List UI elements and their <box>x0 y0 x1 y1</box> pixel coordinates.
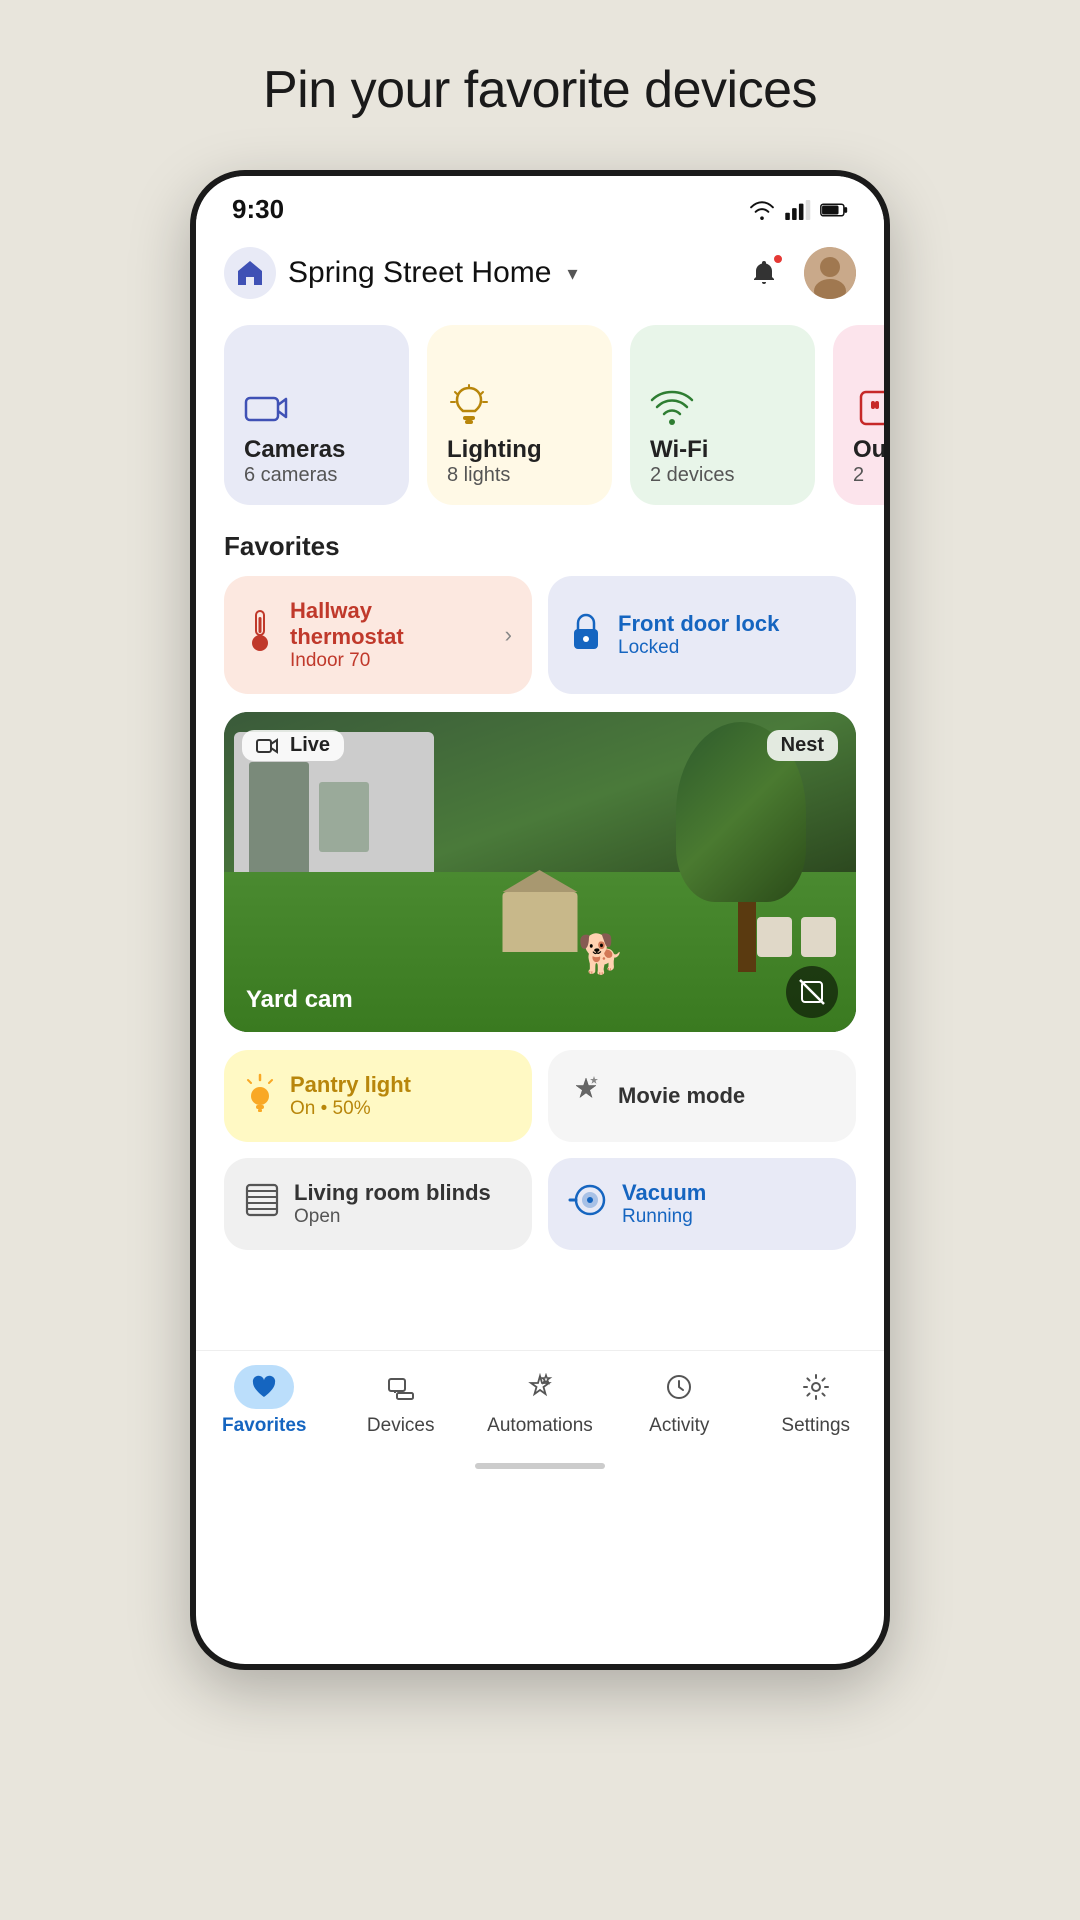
category-wifi[interactable]: Wi-Fi 2 devices <box>630 325 815 505</box>
nav-settings[interactable]: Settings <box>766 1365 866 1437</box>
blinds-name: Living room blinds <box>294 1180 512 1206</box>
nav-favorites[interactable]: Favorites <box>214 1365 314 1437</box>
thermostat-icon <box>244 609 276 661</box>
pantry-status: On • 50% <box>290 1098 512 1120</box>
devices-nav-icon-wrap <box>371 1365 431 1409</box>
settings-icon <box>802 1373 830 1401</box>
automations-icon <box>526 1373 554 1401</box>
page-title: Pin your favorite devices <box>263 60 817 120</box>
favorites-nav-icon-wrap <box>234 1365 294 1409</box>
settings-nav-icon-wrap <box>786 1365 846 1409</box>
nav-devices[interactable]: Devices <box>351 1365 451 1437</box>
vacuum-icon <box>568 1182 608 1226</box>
nav-favorites-label: Favorites <box>222 1415 306 1437</box>
home-indicator <box>475 1463 605 1469</box>
lock-info: Front door lock Locked <box>618 611 836 659</box>
lock-status: Locked <box>618 637 836 659</box>
lock-icon <box>568 611 604 659</box>
vacuum-card[interactable]: Vacuum Running <box>548 1158 856 1250</box>
scroll-area: Cameras 6 cameras Lighting 8 lights <box>196 315 884 1350</box>
blinds-info: Living room blinds Open <box>294 1180 512 1228</box>
nav-devices-label: Devices <box>367 1415 435 1437</box>
movie-icon <box>568 1074 604 1118</box>
camera-live-badge: Live <box>242 730 344 761</box>
thermostat-status: Indoor 70 <box>290 650 491 672</box>
home-name: Spring Street Home <box>288 256 551 290</box>
notification-dot <box>772 253 784 265</box>
nav-activity[interactable]: Activity <box>629 1365 729 1437</box>
top-bar: Spring Street Home ▾ <box>196 235 884 315</box>
lock-name: Front door lock <box>618 611 836 637</box>
heart-icon <box>250 1373 278 1401</box>
movie-info: Movie mode <box>618 1083 836 1109</box>
battery-icon <box>820 200 848 220</box>
nav-activity-label: Activity <box>649 1415 709 1437</box>
categories-row: Cameras 6 cameras Lighting 8 lights <box>196 315 884 523</box>
home-icon <box>224 247 276 299</box>
activity-icon <box>665 1373 693 1401</box>
camera-mute-button[interactable] <box>786 966 838 1018</box>
nav-settings-label: Settings <box>781 1415 850 1437</box>
wifi-sub: 2 devices <box>650 464 735 487</box>
home-selector[interactable]: Spring Street Home ▾ <box>224 247 578 299</box>
movie-card[interactable]: Movie mode <box>548 1050 856 1142</box>
activity-nav-icon-wrap <box>649 1365 709 1409</box>
thermostat-chevron: › <box>505 622 512 648</box>
cameras-sub: 6 cameras <box>244 464 337 487</box>
top-bar-actions <box>742 247 856 299</box>
nav-automations[interactable]: Automations <box>487 1365 593 1437</box>
lighting-icon <box>447 384 491 428</box>
nav-automations-label: Automations <box>487 1415 593 1437</box>
camera-card[interactable]: 🐕 Live Nest Yard cam <box>224 712 856 1032</box>
vacuum-name: Vacuum <box>622 1180 836 1206</box>
devices-icon <box>387 1373 415 1401</box>
category-extra[interactable]: Outlets 2 <box>833 325 884 505</box>
status-time: 9:30 <box>232 194 284 225</box>
chevron-down-icon: ▾ <box>567 261 577 286</box>
extra-sub: 2 <box>853 464 864 487</box>
camera-label: Yard cam <box>246 986 353 1014</box>
favorites-title: Favorites <box>196 523 884 576</box>
thermostat-info: Hallway thermostat Indoor 70 <box>290 598 491 672</box>
camera-dog: 🐕 <box>578 933 625 977</box>
category-cameras[interactable]: Cameras 6 cameras <box>224 325 409 505</box>
pantry-info: Pantry light On • 50% <box>290 1072 512 1120</box>
blinds-card[interactable]: Living room blinds Open <box>224 1158 532 1250</box>
pantry-name: Pantry light <box>290 1072 512 1098</box>
wifi-name: Wi-Fi <box>650 436 708 464</box>
lock-card[interactable]: Front door lock Locked <box>548 576 856 694</box>
status-bar: 9:30 <box>196 176 884 235</box>
phone-frame: 9:30 <box>190 170 890 1670</box>
lighting-name: Lighting <box>447 436 542 464</box>
bottom-nav: Favorites Devices Automations <box>196 1350 884 1455</box>
wifi-icon <box>748 200 776 220</box>
pantry-icon <box>244 1072 276 1120</box>
pantry-card[interactable]: Pantry light On • 50% <box>224 1050 532 1142</box>
signal-icon <box>784 200 812 220</box>
automations-nav-icon-wrap <box>510 1365 570 1409</box>
lighting-sub: 8 lights <box>447 464 510 487</box>
extra-icon <box>853 388 884 428</box>
cameras-icon <box>244 390 288 426</box>
cameras-name: Cameras <box>244 436 345 464</box>
extra-name: Outlets <box>853 436 884 464</box>
category-lighting[interactable]: Lighting 8 lights <box>427 325 612 505</box>
thermostat-card[interactable]: Hallway thermostat Indoor 70 › <box>224 576 532 694</box>
avatar[interactable] <box>804 247 856 299</box>
wifi-category-icon <box>650 390 694 426</box>
favorites-row2: Pantry light On • 50% Movie mode <box>196 1050 884 1142</box>
blinds-icon <box>244 1182 280 1226</box>
vacuum-status: Running <box>622 1206 836 1228</box>
camera-nest-badge: Nest <box>767 730 838 761</box>
vacuum-info: Vacuum Running <box>622 1180 836 1228</box>
favorites-grid: Hallway thermostat Indoor 70 › Front doo… <box>196 576 884 694</box>
blinds-status: Open <box>294 1206 512 1228</box>
notifications-button[interactable] <box>742 251 786 295</box>
live-label: Live <box>290 734 330 757</box>
movie-name: Movie mode <box>618 1083 836 1109</box>
favorites-row3: Living room blinds Open Vacuum Running <box>196 1158 884 1250</box>
thermostat-name: Hallway thermostat <box>290 598 491 650</box>
status-icons <box>748 200 848 220</box>
